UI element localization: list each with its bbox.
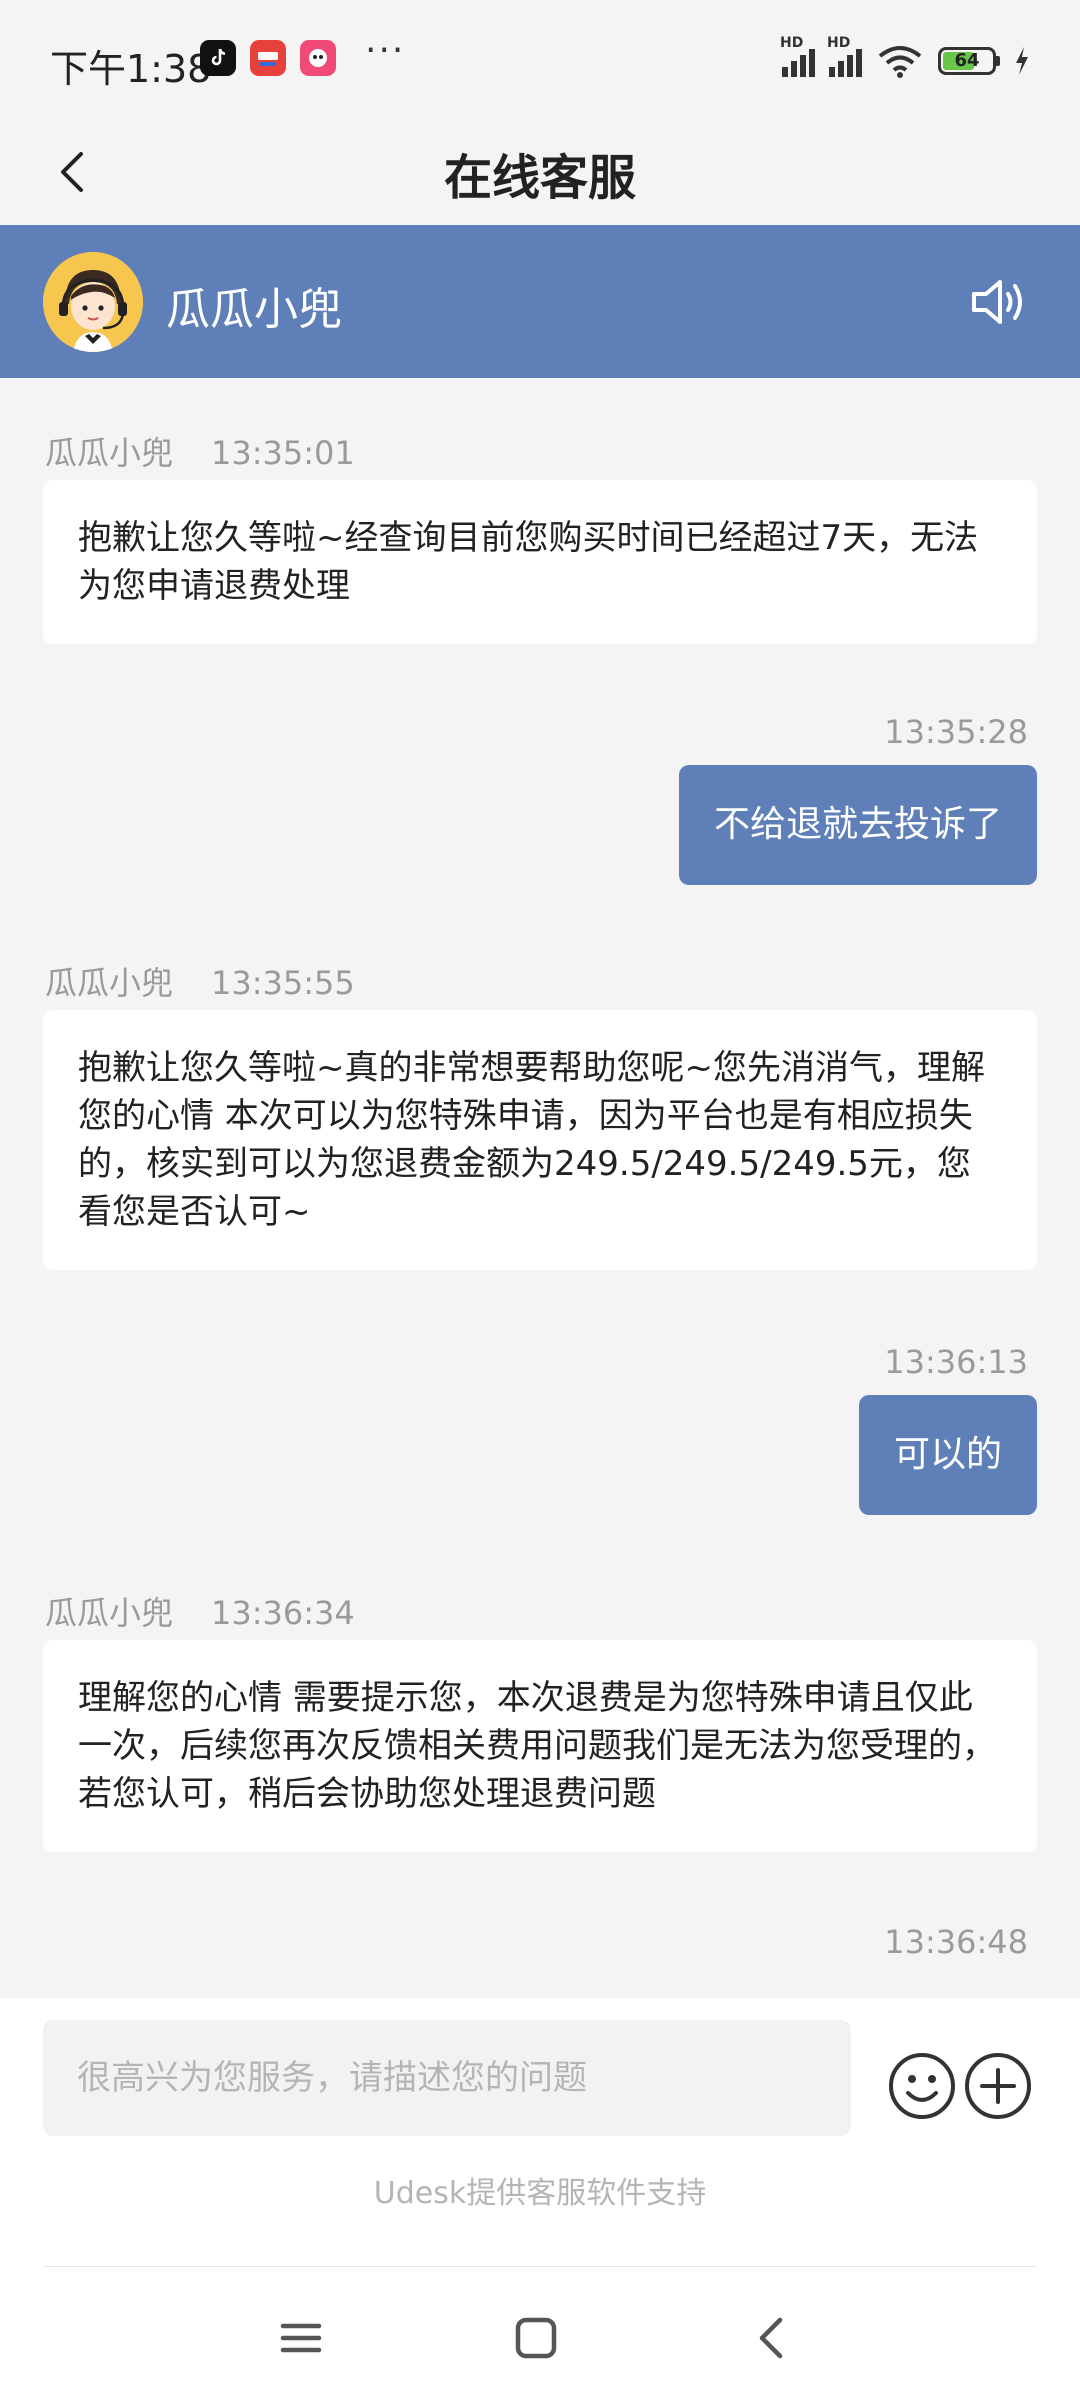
nav-bar: 在线客服 bbox=[0, 120, 1080, 225]
outgoing-message: 不给退就去投诉了 bbox=[678, 765, 1037, 885]
page-title: 在线客服 bbox=[443, 150, 636, 206]
message-time: 13:35:28 bbox=[884, 713, 1028, 751]
sender-name: 瓜瓜小兜 bbox=[45, 964, 174, 1002]
more-notifications-icon: ··· bbox=[365, 30, 406, 71]
input-area: Udesk提供客服软件支持 bbox=[0, 1998, 1080, 2400]
plus-circle-icon bbox=[965, 2053, 1031, 2119]
status-indicators: HD HD 64 bbox=[780, 35, 1030, 78]
system-nav-bar bbox=[0, 2268, 1080, 2400]
signal-1-icon: HD bbox=[780, 35, 815, 77]
message-time: 13:35:55 bbox=[211, 964, 355, 1002]
tiktok-icon bbox=[200, 40, 236, 76]
message-meta: 瓜瓜小兜 13:35:55 bbox=[45, 958, 355, 1004]
speaker-button[interactable] bbox=[968, 270, 1032, 334]
agent-name: 瓜瓜小兜 bbox=[166, 284, 342, 335]
incoming-message: 理解您的心情 需要提示您，本次退费是为您特殊申请且仅此一次，后续您再次反馈相关费… bbox=[43, 1640, 1037, 1852]
charging-icon bbox=[1016, 47, 1028, 75]
message-input[interactable] bbox=[43, 2020, 851, 2136]
battery-level: 64 bbox=[954, 50, 980, 71]
message-meta: 瓜瓜小兜 13:36:34 bbox=[45, 1588, 355, 1634]
message-time: 13:36:34 bbox=[211, 1594, 355, 1632]
search-app-icon bbox=[250, 40, 286, 76]
wifi-icon bbox=[878, 46, 922, 78]
notification-icons bbox=[200, 40, 336, 76]
home-square-icon bbox=[515, 2317, 557, 2359]
outgoing-message: 可以的 bbox=[858, 1395, 1037, 1515]
recent-apps-button[interactable] bbox=[271, 2308, 331, 2368]
add-attachment-button[interactable] bbox=[963, 2051, 1033, 2121]
menu-icon bbox=[280, 2323, 322, 2353]
status-time: 下午1:38 bbox=[50, 47, 212, 91]
message-time: 13:35:01 bbox=[211, 434, 355, 472]
home-button[interactable] bbox=[506, 2308, 566, 2368]
powered-by-text: Udesk提供客服软件支持 bbox=[373, 2176, 707, 2211]
message-time: 13:36:48 bbox=[884, 1923, 1028, 1961]
system-back-icon bbox=[759, 2317, 783, 2359]
message-time: 13:36:13 bbox=[884, 1343, 1028, 1381]
speaker-icon bbox=[972, 280, 1022, 324]
sender-name: 瓜瓜小兜 bbox=[45, 434, 174, 472]
divider bbox=[43, 2266, 1037, 2267]
sender-name: 瓜瓜小兜 bbox=[45, 1594, 174, 1632]
emoji-button[interactable] bbox=[887, 2051, 957, 2121]
chat-area[interactable]: 瓜瓜小兜 13:35:01 抱歉让您久等啦~经查询目前您购买时间已经超过7天，无法… bbox=[0, 378, 1080, 1998]
agent-avatar bbox=[43, 252, 143, 352]
agent-header: 瓜瓜小兜 bbox=[0, 225, 1080, 378]
cartoon-app-icon bbox=[300, 40, 336, 76]
signal-2-icon: HD bbox=[827, 35, 862, 77]
battery-icon: 64 bbox=[938, 47, 1000, 75]
message-meta: 瓜瓜小兜 13:35:01 bbox=[45, 428, 355, 474]
incoming-message: 抱歉让您久等啦~经查询目前您购买时间已经超过7天，无法为您申请退费处理 bbox=[43, 480, 1037, 644]
smiley-icon bbox=[889, 2053, 955, 2119]
incoming-message: 抱歉让您久等啦~真的非常想要帮助您呢~您先消消气，理解您的心情 本次可以为您特殊… bbox=[43, 1010, 1037, 1270]
status-bar: 下午1:38 ··· HD HD 64 bbox=[0, 0, 1080, 120]
system-back-button[interactable] bbox=[742, 2308, 802, 2368]
